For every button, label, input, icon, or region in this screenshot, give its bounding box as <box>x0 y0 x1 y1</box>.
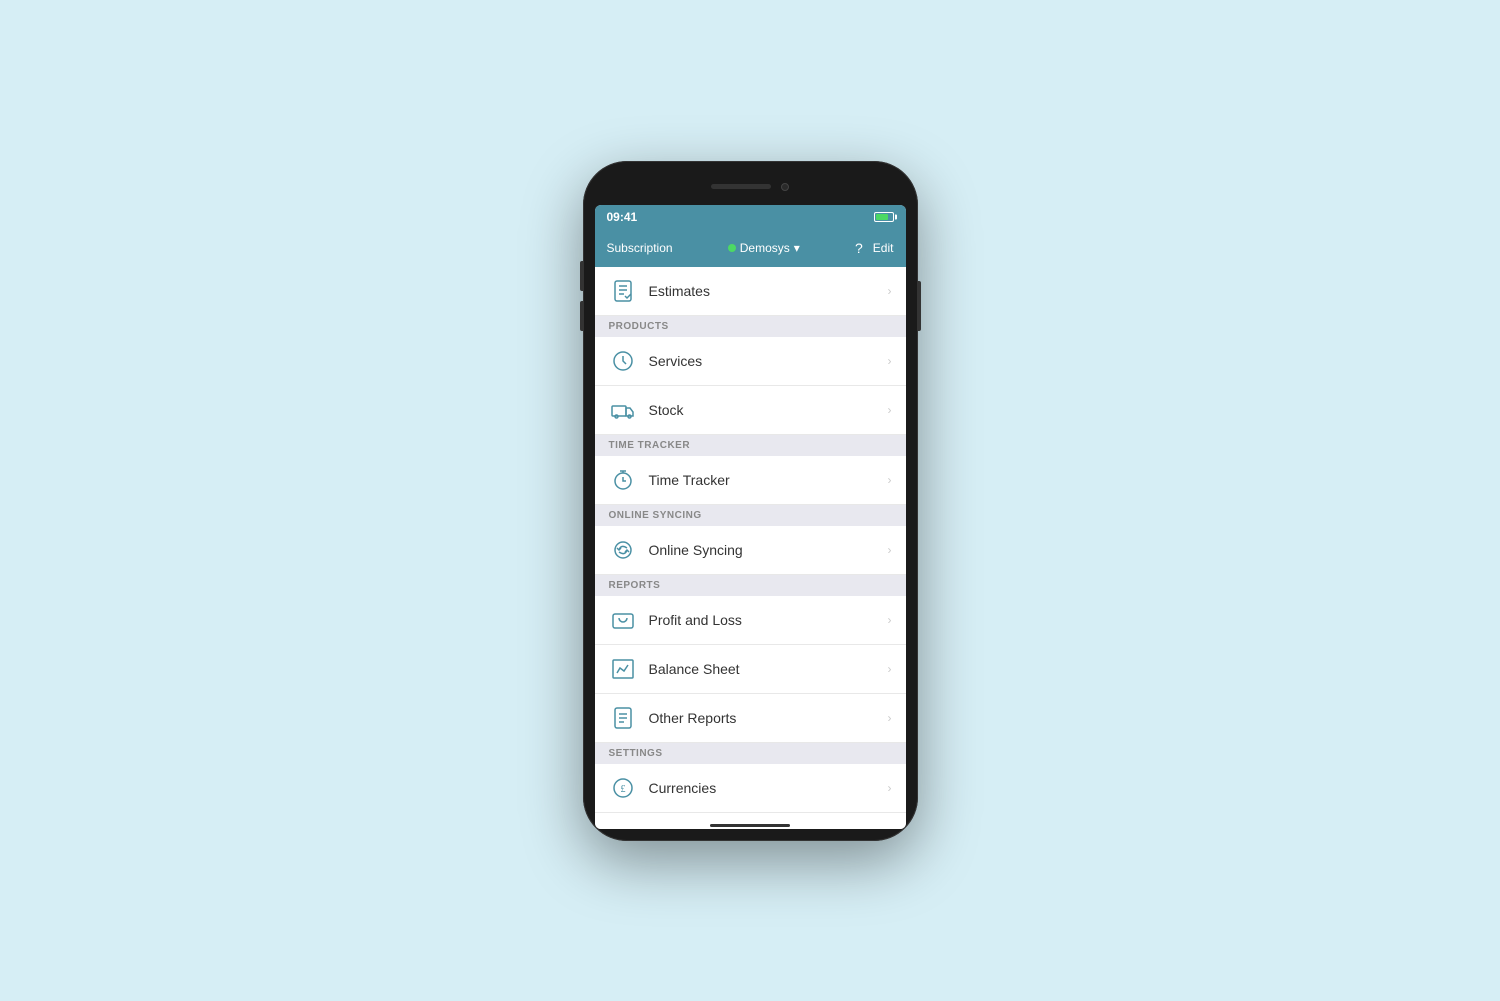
battery-fill <box>876 214 888 220</box>
nav-bar: Subscription Demosys ▾ ? Edit <box>595 229 906 267</box>
chevron-right-icon: › <box>888 284 892 298</box>
profit-loss-label: Profit and Loss <box>649 612 876 628</box>
phone-device: 09:41 Subscription Demosys ▾ ? Edit <box>583 161 918 841</box>
power-button <box>918 281 921 331</box>
balance-sheet-label: Balance Sheet <box>649 661 876 677</box>
section-header-time-tracker: TIME TRACKER <box>595 435 906 456</box>
menu-item-services[interactable]: Services › <box>595 337 906 386</box>
stock-label: Stock <box>649 402 876 418</box>
sync-icon <box>609 536 637 564</box>
dropdown-arrow: ▾ <box>794 241 800 255</box>
speaker <box>711 184 771 189</box>
clock-icon <box>609 347 637 375</box>
company-name: Demosys <box>740 241 790 255</box>
chevron-right-icon: › <box>888 781 892 795</box>
home-bar <box>710 824 790 827</box>
services-label: Services <box>649 353 876 369</box>
menu-item-online-syncing[interactable]: Online Syncing › <box>595 526 906 575</box>
chart-icon <box>609 655 637 683</box>
volume-down-button <box>580 301 583 331</box>
section-header-settings: SETTINGS <box>595 743 906 764</box>
section-header-online-syncing: ONLINE SYNCING <box>595 505 906 526</box>
clock: 09:41 <box>607 210 638 224</box>
menu-item-estimates[interactable]: Estimates › <box>595 267 906 316</box>
help-button[interactable]: ? <box>855 240 863 256</box>
edit-button[interactable]: Edit <box>873 241 894 255</box>
menu-item-currencies[interactable]: £ Currencies › <box>595 764 906 813</box>
chevron-right-icon: › <box>888 403 892 417</box>
menu-item-profit-loss[interactable]: Profit and Loss › <box>595 596 906 645</box>
time-tracker-label: Time Tracker <box>649 472 876 488</box>
company-selector[interactable]: Demosys ▾ <box>728 241 800 255</box>
home-indicator <box>595 818 906 829</box>
menu-item-other-reports[interactable]: Other Reports › <box>595 694 906 743</box>
chevron-right-icon: › <box>888 354 892 368</box>
document-icon <box>609 277 637 305</box>
menu-item-balance-sheet[interactable]: Balance Sheet › <box>595 645 906 694</box>
status-bar: 09:41 <box>595 205 906 229</box>
truck-icon <box>609 396 637 424</box>
phone-notch <box>595 173 906 201</box>
battery-icon <box>874 212 894 222</box>
section-header-reports: REPORTS <box>595 575 906 596</box>
volume-up-button <box>580 261 583 291</box>
front-camera <box>781 183 789 191</box>
online-syncing-label: Online Syncing <box>649 542 876 558</box>
menu-item-time-tracker[interactable]: Time Tracker › <box>595 456 906 505</box>
phone-screen: 09:41 Subscription Demosys ▾ ? Edit <box>595 205 906 829</box>
online-indicator <box>728 244 736 252</box>
chevron-right-icon: › <box>888 613 892 627</box>
chevron-right-icon: › <box>888 711 892 725</box>
currency-icon: £ <box>609 774 637 802</box>
section-header-products: PRODUCTS <box>595 316 906 337</box>
svg-text:£: £ <box>620 784 625 795</box>
currencies-label: Currencies <box>649 780 876 796</box>
subscription-label: Subscription <box>607 241 673 255</box>
report-icon <box>609 704 637 732</box>
chevron-right-icon: › <box>888 543 892 557</box>
menu-list: Estimates › PRODUCTS Services › <box>595 267 906 818</box>
nav-actions: ? Edit <box>855 240 893 256</box>
chevron-right-icon: › <box>888 473 892 487</box>
menu-item-stock[interactable]: Stock › <box>595 386 906 435</box>
chevron-right-icon: › <box>888 662 892 676</box>
money-icon <box>609 606 637 634</box>
estimates-label: Estimates <box>649 283 876 299</box>
status-icons <box>874 212 894 222</box>
timer-icon <box>609 466 637 494</box>
other-reports-label: Other Reports <box>649 710 876 726</box>
